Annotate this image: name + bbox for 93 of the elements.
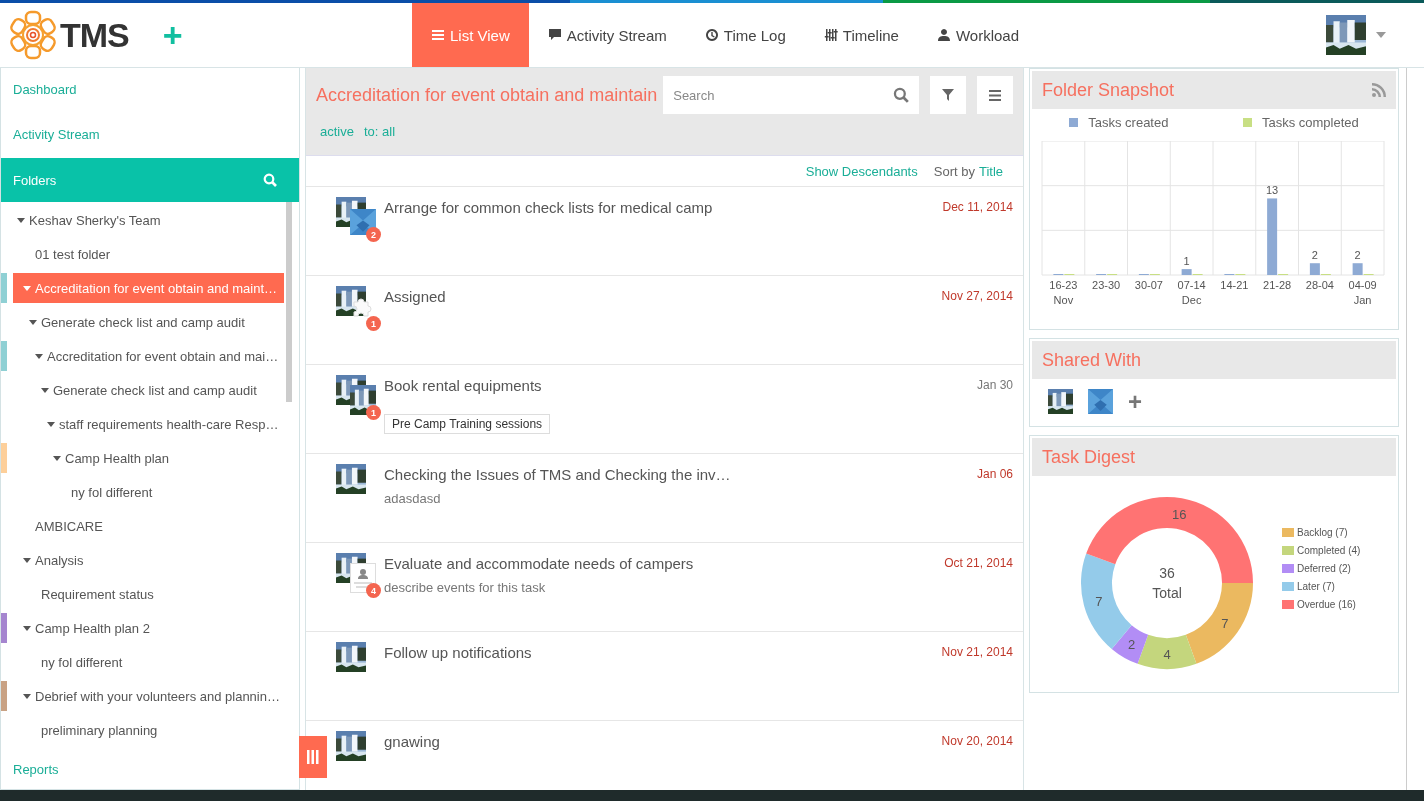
legend-label: Later (7)	[1297, 580, 1335, 592]
bar-value-label: 2	[1311, 249, 1318, 262]
puzzle-icon	[350, 296, 372, 318]
folders-title: Folders	[13, 172, 57, 188]
folder-item[interactable]: staff requirements health-care Resp…	[13, 409, 284, 439]
due-date: Dec 11, 2014	[942, 200, 1013, 216]
nav-tab[interactable]: Time Log	[685, 3, 805, 67]
bar-value-label: 1	[1183, 255, 1190, 268]
task-title[interactable]: Assigned	[384, 288, 446, 305]
due-date: Jan 30	[976, 378, 1013, 394]
tab-icon	[547, 28, 562, 42]
tab-icon	[704, 28, 719, 42]
axis-label: 16-23 Nov	[1049, 279, 1078, 306]
folder-item[interactable]: AMBICARE	[13, 511, 284, 541]
tab-icon	[823, 28, 838, 42]
due-date: Nov 27, 2014	[941, 289, 1013, 305]
card-title: Folder Snapshot	[1042, 79, 1175, 101]
count-badge: 1	[366, 316, 381, 331]
task-title[interactable]: Arrange for common check lists for medical camp	[384, 199, 713, 216]
folder-item[interactable]: Accreditation for event obtain and mai…	[13, 341, 284, 371]
folder-item[interactable]: Generate check list and camp audit	[13, 307, 284, 337]
legend-label: Deferred (2)	[1297, 562, 1351, 574]
folder-item[interactable]: ny fol different	[13, 647, 284, 677]
menu-button[interactable]	[977, 76, 1013, 114]
folder-item[interactable]: Debrief with your volunteers and plannin…	[13, 681, 284, 711]
slice-value-label: 4	[1163, 646, 1171, 662]
tab-icon	[431, 28, 445, 42]
task-title[interactable]: Checking the Issues of TMS and Checking the inv…	[384, 466, 731, 483]
menu-icon	[989, 89, 1002, 101]
folder-item[interactable]: Camp Health plan	[13, 443, 284, 473]
card-title: Shared With	[1042, 349, 1142, 371]
total-count: 36	[1159, 565, 1175, 581]
folder-item[interactable]: ny fol different	[13, 477, 284, 507]
axis-label: 21-28	[1263, 279, 1292, 291]
folder-item[interactable]: Requirement status	[13, 579, 284, 609]
count-badge: 4	[366, 583, 381, 598]
legend-label: Tasks completed	[1261, 115, 1359, 130]
legend-label: Completed (4)	[1297, 544, 1361, 556]
task-description: describe events for this task	[384, 580, 546, 595]
flower-logo-icon	[8, 10, 58, 60]
axis-label: 04-09 Jan	[1348, 279, 1377, 306]
axis-label: 07-14 Dec	[1177, 279, 1206, 306]
slice-value-label: 7	[1221, 616, 1229, 632]
card-title: Task Digest	[1042, 446, 1136, 468]
bar-value-label: 13	[1266, 184, 1279, 197]
folder-item[interactable]: 01 test folder	[13, 239, 284, 269]
nav-tab[interactable]: Workload	[917, 3, 1038, 67]
folder-item[interactable]: Analysis	[13, 545, 284, 575]
due-date: Nov 21, 2014	[941, 645, 1013, 661]
folder-item[interactable]: Generate check list and camp audit	[13, 375, 284, 405]
folder-item[interactable]: Camp Health plan 2	[13, 613, 284, 643]
due-date: Jan 06	[976, 467, 1013, 483]
person-icon	[350, 563, 376, 593]
nav-tab[interactable]: Timeline	[804, 3, 918, 67]
folder-item[interactable]: Keshav Sherky's Team	[13, 205, 284, 235]
search-icon[interactable]	[263, 173, 277, 187]
folder-item[interactable]: preliminary planning	[13, 715, 284, 745]
legend-label: Overdue (16)	[1297, 598, 1356, 610]
slice-value-label: 2	[1128, 637, 1136, 653]
search-field[interactable]: Search	[663, 76, 920, 114]
count-badge: 2	[366, 227, 381, 242]
due-date: Oct 21, 2014	[944, 556, 1013, 572]
slice-value-label: 7	[1095, 594, 1103, 610]
filter-icon	[942, 89, 955, 101]
legend-label: Backlog (7)	[1297, 526, 1348, 538]
legend-label: Tasks created	[1088, 115, 1169, 130]
add-member-button[interactable]: +	[1128, 389, 1142, 414]
rss-icon[interactable]	[1372, 83, 1386, 97]
task-title[interactable]: gnawing	[384, 733, 440, 750]
slice-value-label: 16	[1172, 506, 1187, 522]
count-badge: 1	[366, 405, 381, 420]
axis-label: 30-07	[1134, 279, 1163, 291]
filter-button[interactable]	[930, 76, 967, 114]
caret-icon[interactable]	[1376, 32, 1386, 38]
total-label: Total	[1152, 585, 1182, 601]
panel-toggle-button[interactable]	[299, 736, 327, 778]
task-title[interactable]: Follow up notifications	[384, 644, 532, 661]
task-description: adasdasd	[384, 491, 441, 506]
axis-label: 28-04	[1305, 279, 1334, 291]
axis-label: 23-30	[1092, 279, 1121, 291]
logo-text: TMS	[60, 15, 129, 55]
task-title[interactable]: Evaluate and accommodate needs of campers	[384, 555, 694, 572]
due-date: Nov 20, 2014	[941, 734, 1013, 750]
axis-label: 14-21	[1220, 279, 1249, 291]
columns-icon	[307, 750, 319, 764]
sort-label: Sort by	[933, 163, 975, 179]
bar-value-label: 2	[1354, 249, 1361, 262]
task-title[interactable]: Book rental equipments	[384, 377, 542, 394]
tab-icon	[936, 28, 951, 42]
search-icon[interactable]	[893, 87, 910, 103]
nav-tab[interactable]: Activity Stream	[528, 3, 686, 67]
task-tag[interactable]: Pre Camp Training sessions	[384, 414, 551, 434]
folder-title: Accreditation for event obtain and maintain	[316, 84, 658, 106]
